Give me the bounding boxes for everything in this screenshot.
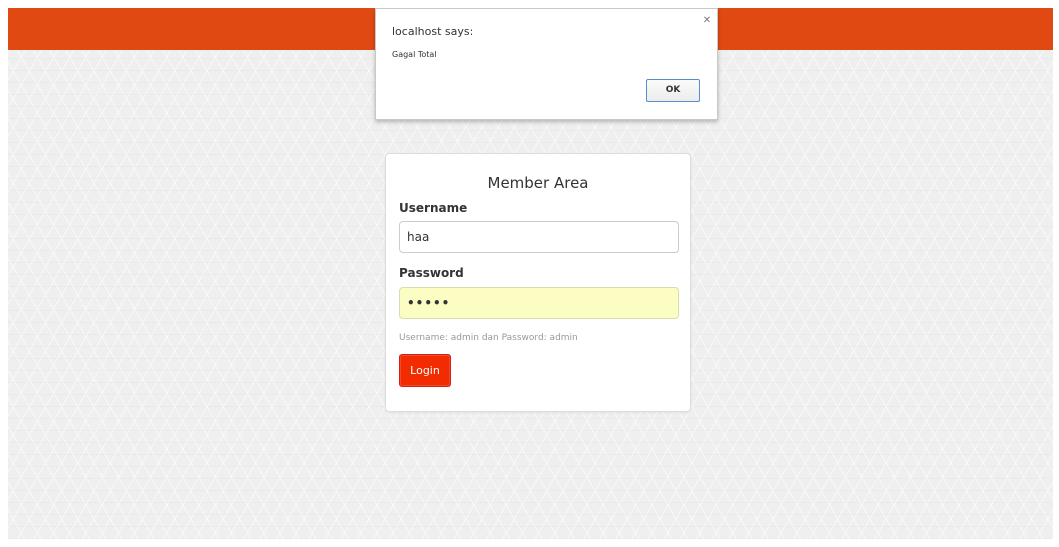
login-card: Member Area Username haa Password ••••• … [385, 153, 691, 412]
close-icon[interactable]: ✕ [701, 15, 713, 27]
username-input[interactable]: haa [399, 221, 679, 253]
login-button[interactable]: Login [399, 354, 451, 387]
alert-message: Gagal Total [392, 50, 437, 59]
page-background: Member Area Username haa Password ••••• … [8, 8, 1053, 539]
login-hint: Username: admin dan Password: admin [399, 333, 578, 343]
username-label: Username [399, 201, 468, 215]
password-label: Password [399, 266, 464, 280]
ok-button[interactable]: OK [646, 79, 700, 102]
password-input[interactable]: ••••• [399, 287, 679, 319]
alert-dialog: localhost says: Gagal Total ✕ OK [375, 8, 718, 120]
login-title: Member Area [487, 174, 589, 192]
alert-title: localhost says: [392, 25, 474, 38]
